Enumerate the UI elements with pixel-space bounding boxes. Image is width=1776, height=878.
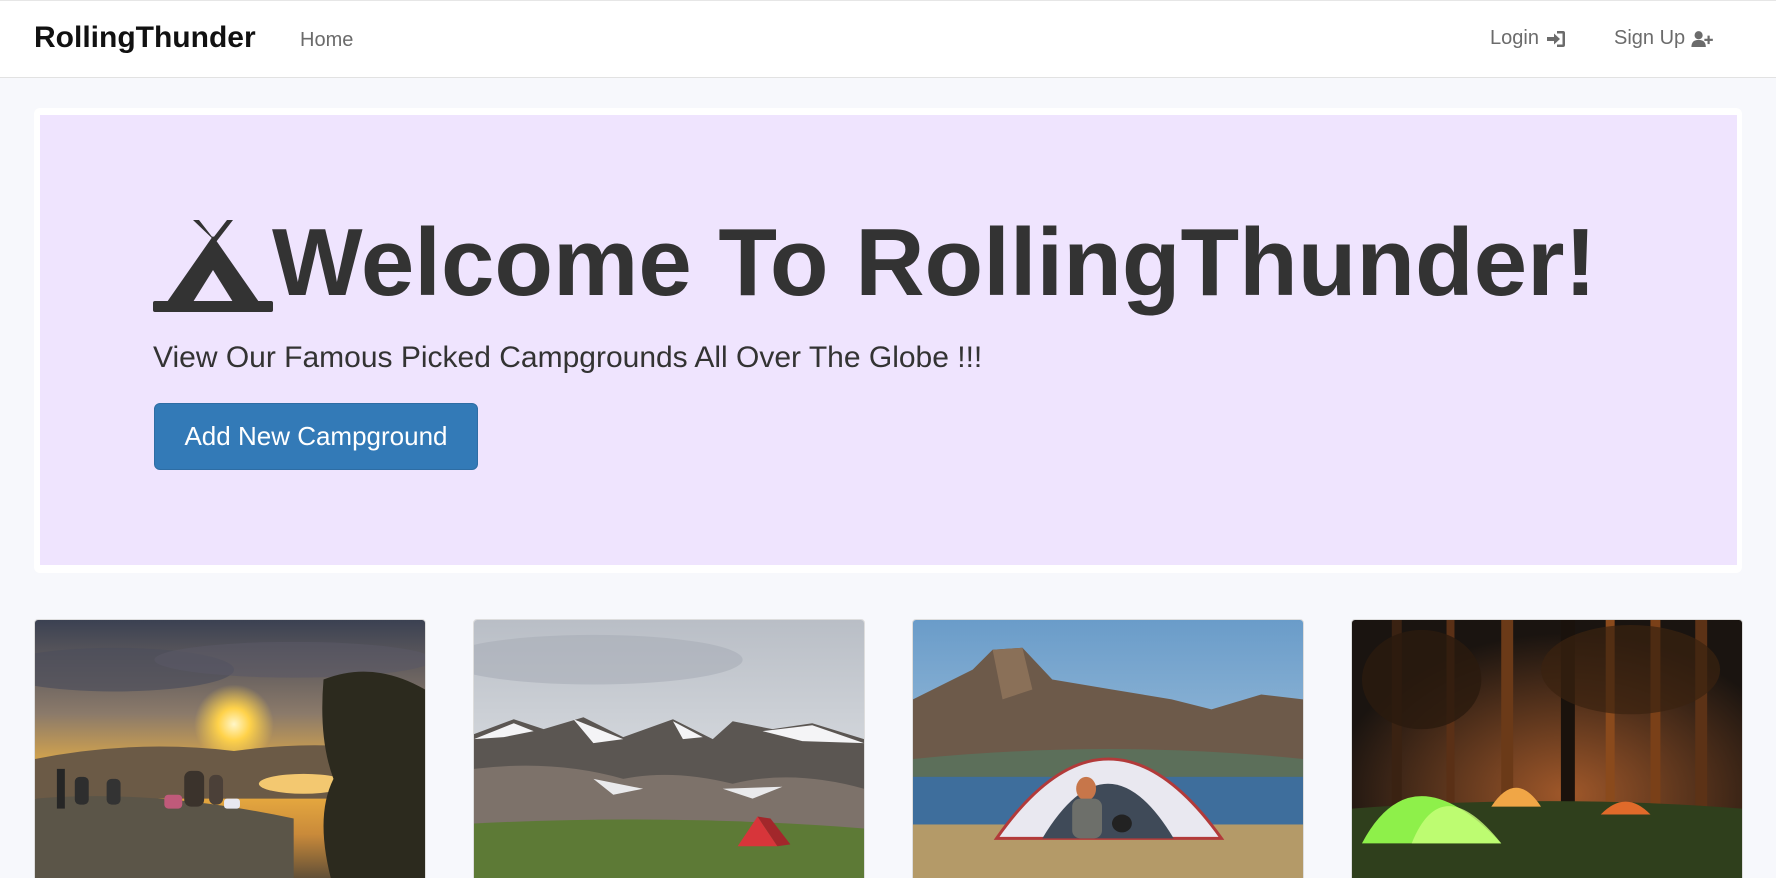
sunset-hilltop-campers-photo — [35, 620, 425, 878]
campground-icon — [153, 218, 273, 314]
jumbotron — [40, 115, 1737, 565]
campground-card[interactable] — [34, 619, 426, 878]
night-forest-tents-photo — [1352, 620, 1742, 878]
campground-card[interactable] — [473, 619, 865, 878]
signup-label: Sign Up — [1614, 27, 1686, 49]
hero-title: Welcome To RollingThunder! — [272, 209, 1597, 316]
lakeside-tent-mountain-photo — [913, 620, 1303, 878]
campground-card[interactable] — [1351, 619, 1743, 878]
campground-card[interactable] — [912, 619, 1304, 878]
snowy-mountains-red-tent-photo — [474, 620, 864, 878]
nav-login-link[interactable]: Login — [1490, 27, 1567, 50]
hero-subtitle: View Our Famous Picked Campgrounds All O… — [153, 341, 983, 374]
login-label: Login — [1490, 27, 1539, 49]
navbar: RollingThunder Home Login Sign Up — [0, 0, 1776, 78]
nav-home-link[interactable]: Home — [300, 29, 353, 52]
brand-logo-link[interactable]: RollingThunder — [34, 21, 256, 55]
sign-in-icon — [1545, 29, 1567, 49]
nav-signup-link[interactable]: Sign Up — [1614, 27, 1713, 50]
user-plus-icon — [1691, 29, 1713, 49]
add-new-campground-button[interactable]: Add New Campground — [154, 403, 478, 470]
